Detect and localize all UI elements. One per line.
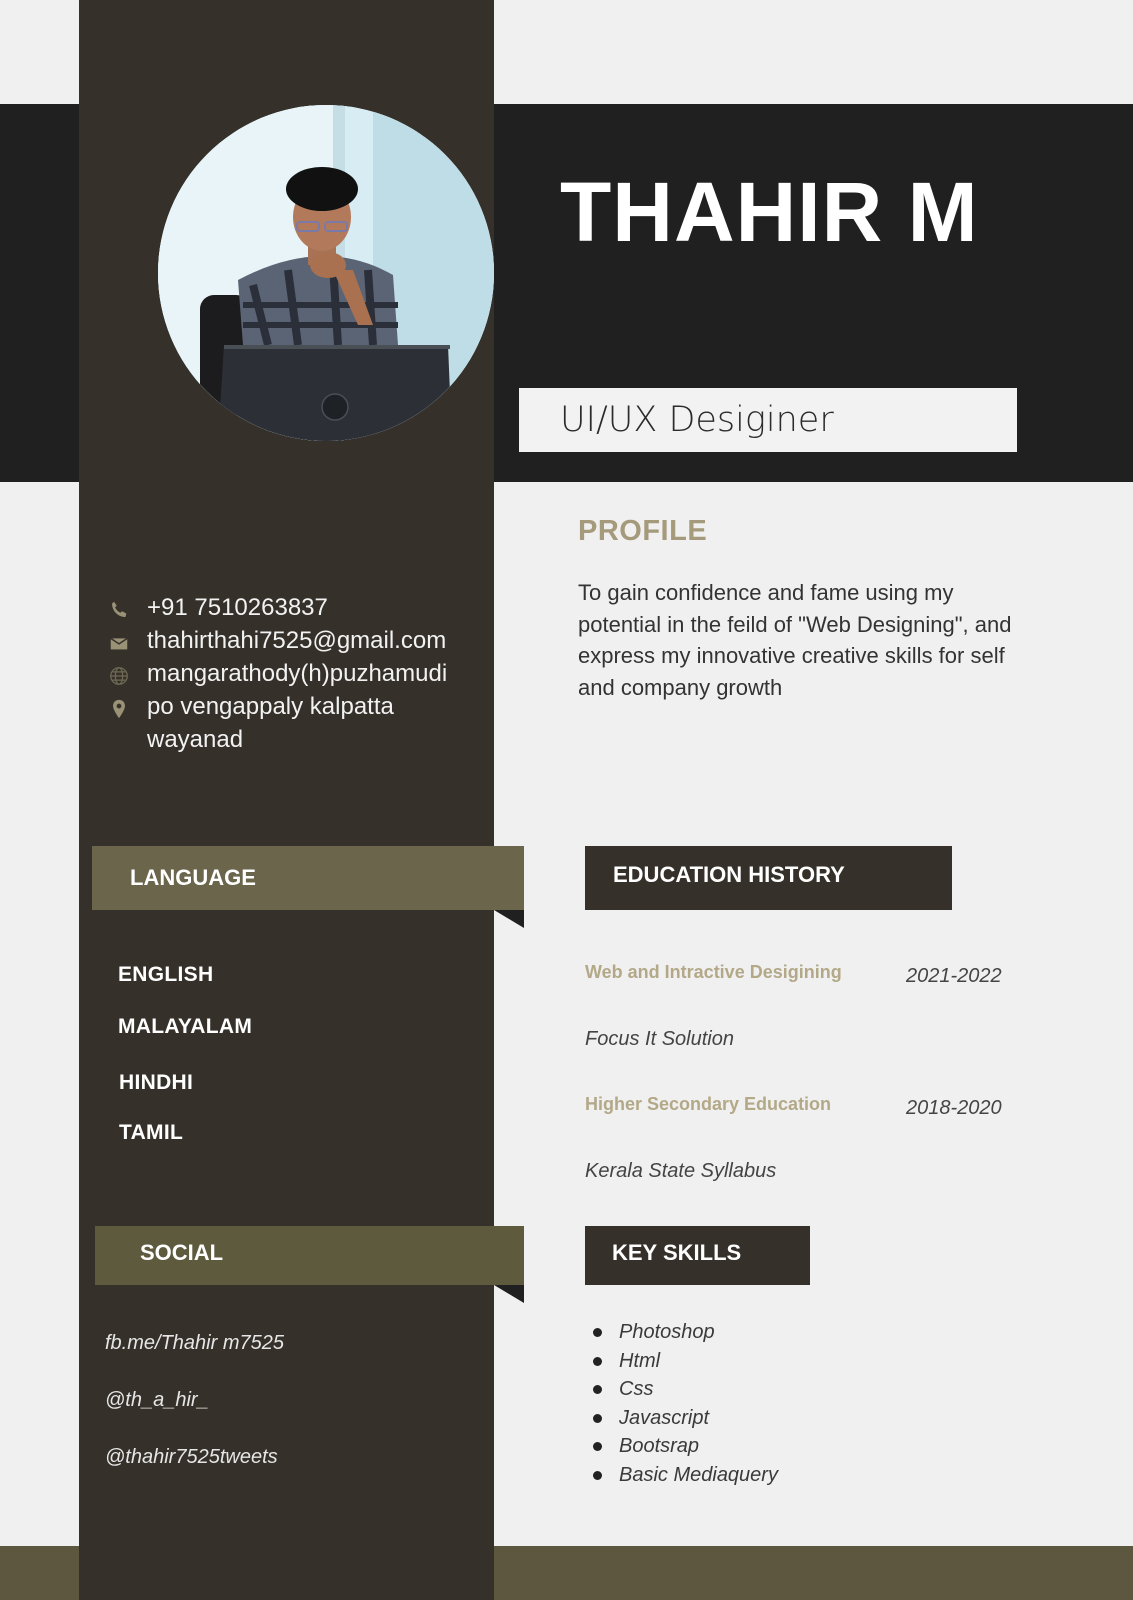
education-institution: Kerala State Syllabus [585,1160,777,1182]
mail-icon [108,630,130,652]
globe-icon [108,663,130,685]
profile-text: To gain confidence and fame using my pot… [578,580,1012,700]
phone-icon [108,597,130,619]
skill-label: Javascript [619,1406,710,1429]
social-bar-fold [494,1285,524,1303]
profile-photo [158,105,494,441]
bullet-icon [593,1385,602,1395]
contact-phone: +91 7510263837 [147,594,328,621]
education-course: Higher Secondary Education [585,1094,832,1114]
skill-label: Html [619,1349,661,1372]
skill-item: Css [590,1375,778,1404]
bullet-icon [593,1413,602,1423]
contact-website: mangarathody(h)puzhamudi [147,660,448,687]
education-heading: EDUCATION HISTORY [613,862,845,887]
skill-label: Photoshop [619,1321,715,1343]
profile-heading: PROFILE [578,515,708,547]
job-title: UI/UX Desiginer [560,400,834,440]
education-years: 2021-2022 [906,965,1002,987]
contact-address-line1: po vengappaly kalpatta [147,693,394,720]
skill-item: Javascript [590,1404,778,1433]
skill-item: Basic Mediaquery [590,1461,778,1490]
skill-label: Basic Mediaquery [619,1463,778,1486]
skill-label: Bootsrap [619,1435,700,1458]
contact-email[interactable]: thahirthahi7525@gmail.com [147,624,446,657]
social-heading: SOCIAL [140,1240,224,1265]
language-item: ENGLISH [118,963,214,986]
language-heading: LANGUAGE [130,865,256,890]
skill-item: Html [590,1347,778,1376]
bullet-icon [593,1356,602,1366]
language-item: MALAYALAM [118,1015,253,1038]
contact-address-line2: wayanad [147,726,244,753]
language-item: HINDHI [119,1071,194,1094]
language-bar-fold [494,910,524,928]
education-course: Web and Intractive Desigining [585,962,842,982]
candidate-name: THAHIR M [560,165,979,259]
skills-heading: KEY SKILLS [612,1240,742,1265]
footer-band-sidebar [79,1546,494,1600]
social-link-facebook[interactable]: fb.me/Thahir m7525 [105,1332,284,1355]
skill-label: Css [619,1378,654,1401]
social-link-instagram[interactable]: @th_a_hir_ [105,1389,209,1412]
profile-photo-illustration [158,105,494,441]
bullet-icon [593,1470,602,1480]
social-link-twitter[interactable]: @thahir7525tweets [105,1446,278,1469]
bullet-icon [593,1328,602,1337]
bullet-icon [593,1442,602,1452]
education-institution: Focus It Solution [585,1028,734,1050]
skills-list: Photoshop Html Css Javascript Bootsrap B… [590,1318,778,1490]
skill-item: Photoshop [590,1318,778,1347]
language-item: TAMIL [119,1121,184,1144]
location-pin-icon [108,696,130,719]
education-years: 2018-2020 [906,1097,1002,1119]
skill-item: Bootsrap [590,1432,778,1461]
